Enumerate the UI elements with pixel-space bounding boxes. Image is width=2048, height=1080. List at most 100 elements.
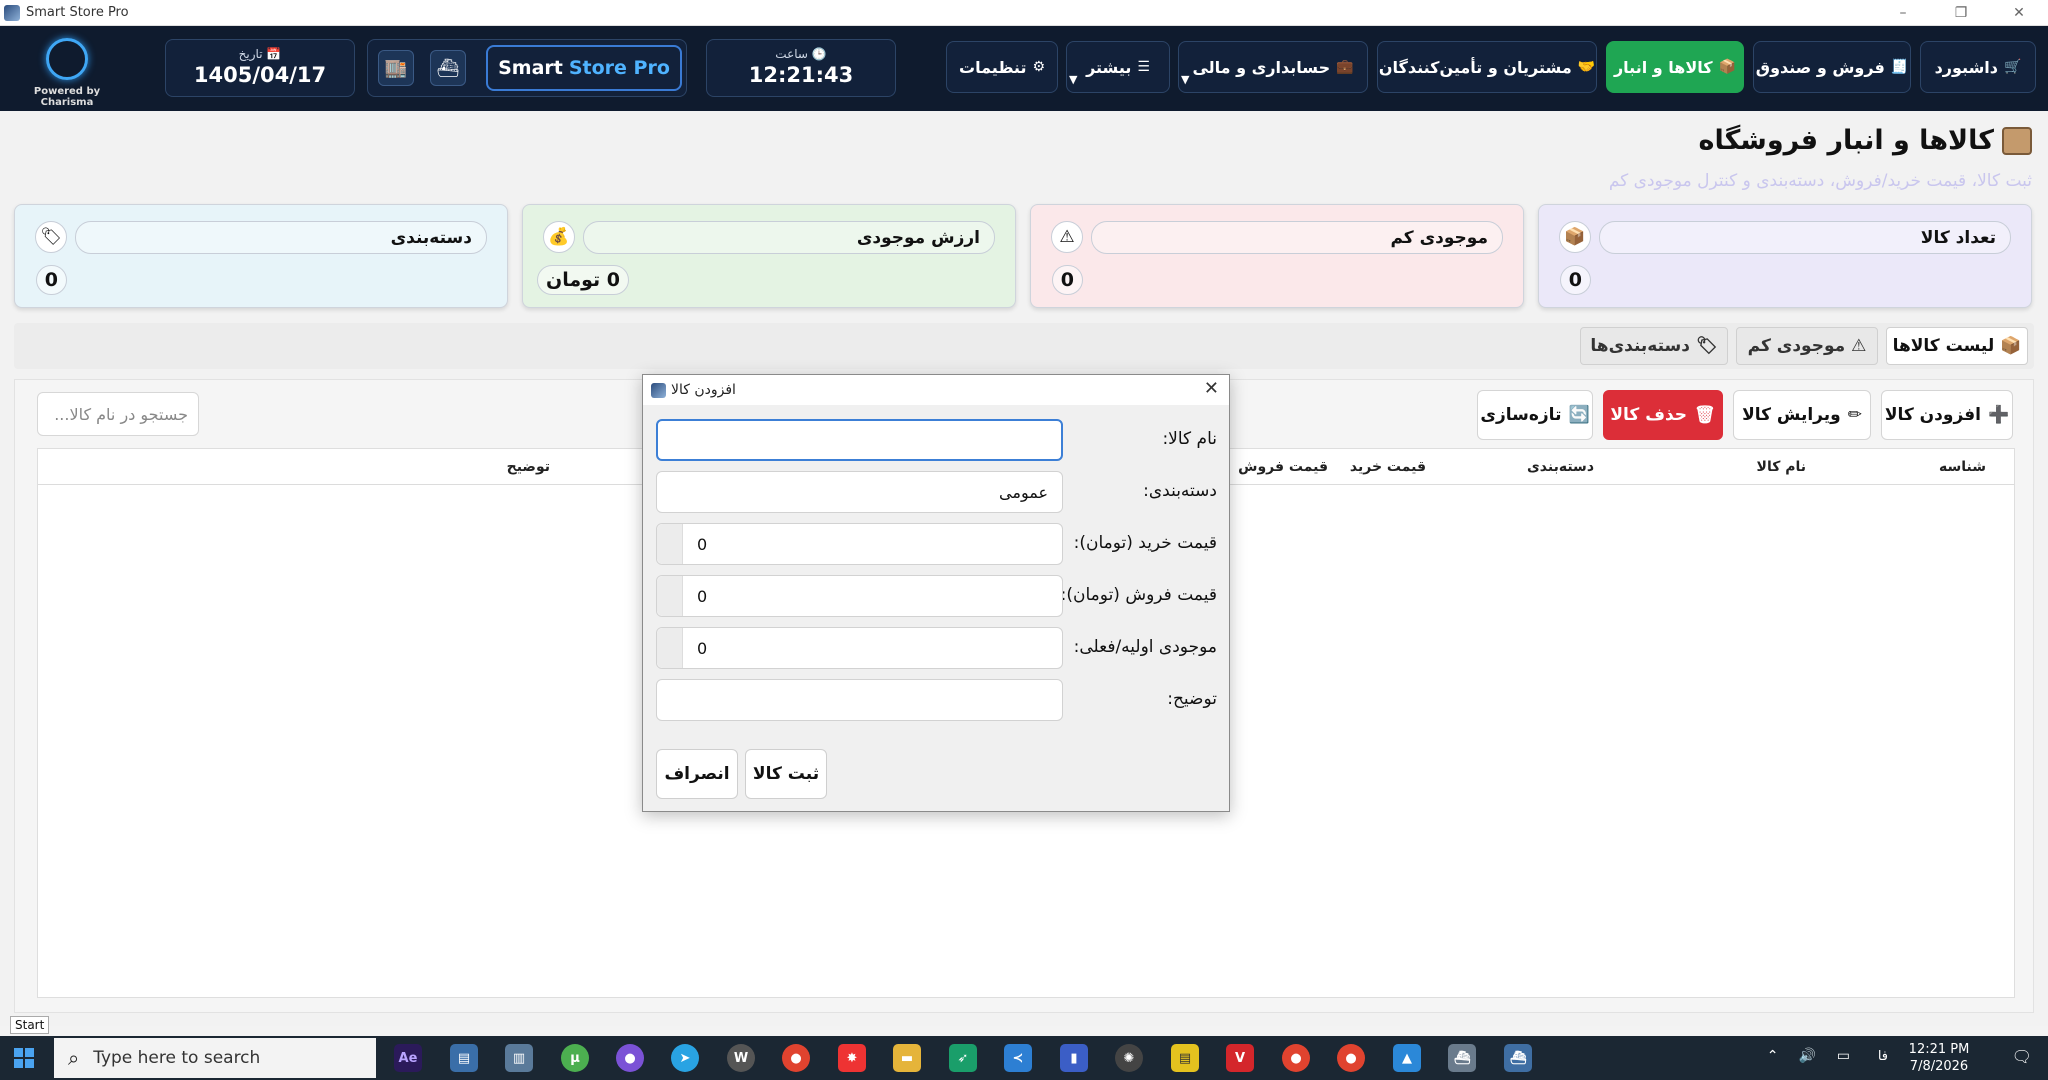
folder-icon[interactable]: ▬ [893, 1044, 921, 1072]
card-label: دسته‌بندی [75, 221, 487, 254]
tab-bar: 📦 لیست کالاها ⚠ موجودی کم 🏷 دسته‌بندی‌ها [14, 323, 2034, 369]
window-controls: – ❐ ✕ [1874, 0, 2048, 26]
card-value: 0 [35, 265, 67, 295]
column-header-id[interactable]: شناسه [1939, 459, 1986, 475]
close-window-button[interactable]: ✕ [1990, 0, 2048, 26]
chrome-icon[interactable]: ● [1337, 1044, 1365, 1072]
vivaldi-icon[interactable]: V [1226, 1044, 1254, 1072]
close-icon[interactable]: ✕ [1204, 378, 1219, 399]
photos-icon[interactable]: ▲ [1393, 1044, 1421, 1072]
category-field[interactable]: عمومی [656, 471, 1063, 513]
vscode-icon[interactable]: ≺ [1004, 1044, 1032, 1072]
box-icon: 📦 [1718, 59, 1737, 75]
nav-accounting[interactable]: 💼 حسابداری و مالی ▼ [1178, 41, 1368, 93]
spinner-handle[interactable] [657, 524, 683, 564]
spinner-handle[interactable] [657, 576, 683, 616]
taskbar-search-input[interactable]: ⌕ Type here to search [54, 1038, 376, 1078]
briefcase-icon: 💼 [1336, 59, 1354, 75]
app-icon[interactable]: ✸ [838, 1044, 866, 1072]
sell-price-field[interactable]: 0 [656, 575, 1063, 617]
chart-app-icon[interactable]: ▮ [1060, 1044, 1088, 1072]
box-icon: 📦 [2000, 336, 2022, 356]
column-header-sell-price[interactable]: قیمت فروش [1238, 459, 1328, 475]
nav-settings[interactable]: ⚙ تنظیمات [946, 41, 1058, 93]
utorrent-icon[interactable]: µ [561, 1044, 589, 1072]
restore-button[interactable]: ❐ [1932, 0, 1990, 26]
column-header-name[interactable]: نام کالا [1757, 459, 1806, 475]
brand-name: Smart Store Pro [486, 45, 682, 91]
spinner-handle[interactable] [657, 628, 683, 668]
nav-dashboard[interactable]: 🛒 داشبورد [1920, 41, 2036, 93]
openai-icon[interactable]: ✺ [1115, 1044, 1143, 1072]
stock-label: موجودی اولیه/فعلی: [1073, 637, 1217, 657]
taskbar-time: 12:21 PM [1908, 1042, 1970, 1057]
tag-icon: 🏷 [35, 221, 67, 253]
submit-product-button[interactable]: ثبت کالا [745, 749, 827, 799]
category-label: دسته‌بندی: [1143, 481, 1217, 501]
date-label: تاریخ 📅 [238, 47, 282, 61]
refresh-icon: 🔄 [1568, 405, 1590, 425]
box-icon: 📦 [1559, 221, 1591, 253]
clock-value: 12:21:43 [748, 63, 854, 87]
chrome-icon[interactable]: ● [1282, 1044, 1310, 1072]
tab-product-list[interactable]: 📦 لیست کالاها [1886, 327, 2028, 365]
file-viewer-icon[interactable]: ▥ [505, 1044, 533, 1072]
refresh-button[interactable]: 🔄 تازه‌سازی [1477, 390, 1593, 440]
button-label: حذف کالا [1610, 405, 1688, 425]
column-header-category[interactable]: دسته‌بندی [1527, 459, 1594, 475]
column-header-buy-price[interactable]: قیمت خرید [1350, 459, 1426, 475]
app-icon[interactable]: ▤ [450, 1044, 478, 1072]
ship-icon[interactable]: ⛴ [430, 50, 466, 86]
nav-products[interactable]: 📦 کالاها و انبار [1606, 41, 1744, 93]
tab-label: لیست کالاها [1892, 336, 1995, 356]
notification-icon[interactable]: 🗨 [2012, 1047, 2032, 1066]
tray-icons[interactable]: ⌃ 🔊 ▭ [1767, 1048, 1858, 1064]
taskbar-clock[interactable]: 12:21 PM 7/8/2026 [1894, 1041, 1984, 1075]
nav-sales[interactable]: 🧾 فروش و صندوق [1753, 41, 1911, 93]
warning-icon: ⚠ [1051, 221, 1083, 253]
buy-price-field[interactable]: 0 [656, 523, 1063, 565]
windows-start-icon[interactable] [14, 1048, 34, 1068]
nav-label: بیشتر [1086, 57, 1132, 77]
taskbar-search-placeholder: Type here to search [93, 1048, 261, 1068]
add-product-dialog: افزودن کالا ✕ نام کالا: دسته‌بندی: عمومی… [642, 374, 1230, 812]
tab-label: موجودی کم [1747, 336, 1846, 356]
tab-categories[interactable]: 🏷 دسته‌بندی‌ها [1580, 327, 1728, 365]
edit-product-button[interactable]: ✏ ویرایش کالا [1733, 390, 1871, 440]
plus-icon: ➕ [1988, 405, 2010, 425]
start-tooltip: Start [10, 1016, 50, 1034]
delete-product-button[interactable]: 🗑 حذف کالا [1603, 390, 1723, 440]
page-title-text: کالاها و انبار فروشگاه [1698, 125, 1994, 156]
search-icon: ⌕ [68, 1046, 80, 1070]
tab-low-stock[interactable]: ⚠ موجودی کم [1736, 327, 1878, 365]
nav-label: کالاها و انبار [1613, 57, 1713, 77]
description-field[interactable] [656, 679, 1063, 721]
add-product-button[interactable]: ➕ افزودن کالا [1881, 390, 2013, 440]
chrome-icon[interactable]: ● [782, 1044, 810, 1072]
app-icon[interactable]: ⛴ [1448, 1044, 1476, 1072]
clock-label: ساعت 🕒 [775, 47, 827, 61]
name-field[interactable] [656, 419, 1063, 461]
gear-icon: ⚙ [1032, 59, 1046, 75]
window-titlebar: Smart Store Pro – ❐ ✕ [0, 0, 2048, 26]
sticky-notes-icon[interactable]: ▤ [1171, 1044, 1199, 1072]
telegram-icon[interactable]: ➤ [671, 1044, 699, 1072]
receipt-icon: 🧾 [1890, 59, 1909, 75]
nav-customers[interactable]: 🤝 مشتریان و تأمین‌کنندگان [1377, 41, 1597, 93]
after-effects-icon[interactable]: Ae [394, 1044, 422, 1072]
language-indicator[interactable]: فا [1878, 1049, 1888, 1064]
search-input[interactable]: جستجو در نام کالا... [37, 392, 199, 436]
stock-field[interactable]: 0 [656, 627, 1063, 669]
app-icon[interactable]: ➶ [949, 1044, 977, 1072]
taskbar: ⌕ Type here to search Ae ▤ ▥ µ ● ➤ W ● ✸… [0, 1036, 2048, 1080]
wordpress-icon[interactable]: W [727, 1044, 755, 1072]
app-icon [4, 4, 20, 21]
microphone-icon[interactable]: ● [616, 1044, 644, 1072]
logo-caption: Powered by Charisma [33, 86, 101, 108]
date-value: 1405/04/17 [193, 63, 327, 87]
minimize-button[interactable]: – [1874, 0, 1932, 26]
page-title: کالاها و انبار فروشگاه [1699, 125, 2032, 156]
column-header-description[interactable]: توضیح [507, 459, 550, 475]
cancel-button[interactable]: انصراف [656, 749, 738, 799]
nav-more[interactable]: ☰ بیشتر ▼ [1066, 41, 1170, 93]
